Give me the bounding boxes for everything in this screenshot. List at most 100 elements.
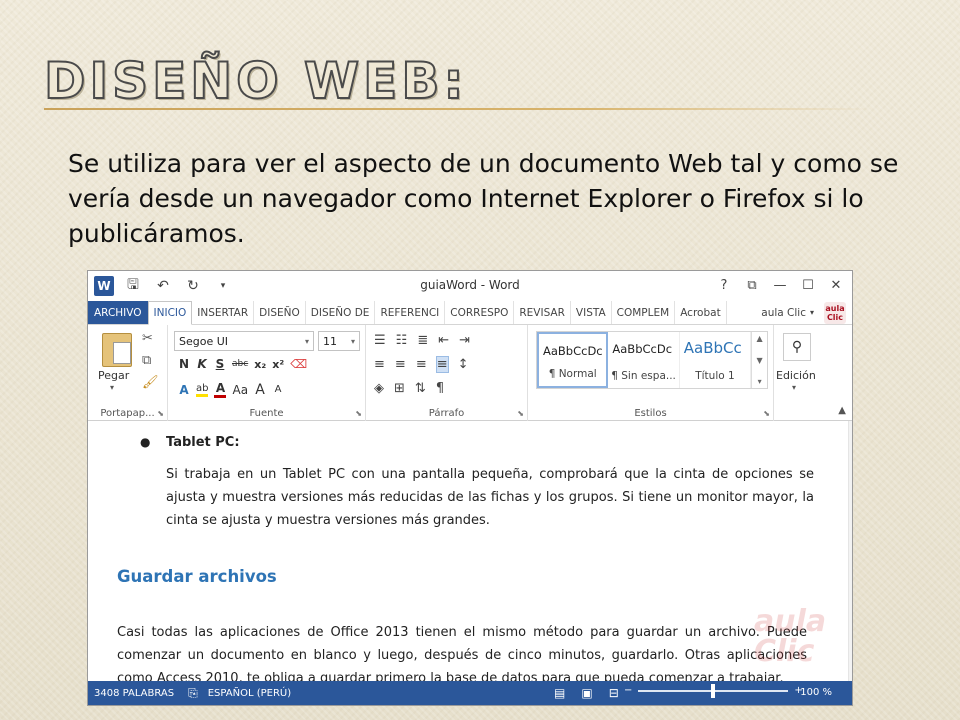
- dialog-launcher-icon[interactable]: ⬊: [517, 409, 524, 418]
- bullets-icon[interactable]: ☰: [374, 333, 386, 348]
- italic-button[interactable]: K: [196, 357, 208, 371]
- highlight-button[interactable]: ab: [196, 383, 209, 397]
- font-size-value: 11: [323, 334, 337, 348]
- bold-button[interactable]: N: [178, 357, 190, 371]
- font-color-button[interactable]: A: [214, 381, 227, 398]
- tab-acrobat[interactable]: Acrobat: [675, 301, 727, 324]
- read-mode-icon[interactable]: ▤: [554, 686, 565, 700]
- subscript-button[interactable]: x₂: [254, 358, 266, 371]
- clipboard-group: Pegar ▾ ✂ ⧉ 🖌 Portapap... ⬊: [88, 325, 168, 421]
- dialog-launcher-icon[interactable]: ⬊: [763, 409, 770, 418]
- binoculars-icon[interactable]: ⚲: [783, 333, 811, 361]
- clipboard-group-label: Portapap...: [100, 408, 155, 419]
- print-layout-icon[interactable]: ▣: [581, 686, 592, 700]
- borders-icon[interactable]: ⊞: [394, 381, 405, 396]
- user-avatar: aula Clic: [824, 302, 846, 324]
- tab-correspondencia[interactable]: CORRESPO: [445, 301, 515, 324]
- font-size-combo[interactable]: 11 ▾: [318, 331, 360, 351]
- shrink-font-button[interactable]: A: [272, 384, 284, 395]
- justify-icon[interactable]: ≡: [435, 356, 449, 373]
- user-account[interactable]: aula Clic ▾: [755, 301, 820, 324]
- language-indicator[interactable]: ESPAÑOL (PERÚ): [208, 688, 291, 699]
- status-bar: 3408 PALABRAS ⎘ ESPAÑOL (PERÚ) ▤ ▣ ⊟ − +…: [88, 681, 852, 705]
- slide-body-text: Se utiliza para ver el aspecto de un doc…: [68, 149, 899, 248]
- decrease-indent-icon[interactable]: ⇤: [438, 333, 449, 348]
- font-name-combo[interactable]: Segoe UI ▾: [174, 331, 314, 351]
- ribbon-tabs: ARCHIVO INICIO INSERTAR DISEÑO DISEÑO DE…: [88, 301, 852, 325]
- font-group-label: Fuente: [249, 408, 284, 419]
- paragraph-group-label: Párrafo: [428, 408, 465, 419]
- collapse-ribbon-icon[interactable]: ▲: [838, 405, 846, 416]
- section-heading: Guardar archivos: [117, 567, 277, 586]
- chevron-down-icon[interactable]: ▾: [792, 383, 796, 392]
- zoom-out-icon[interactable]: −: [624, 685, 632, 696]
- tab-insertar[interactable]: INSERTAR: [192, 301, 255, 324]
- ribbon: Pegar ▾ ✂ ⧉ 🖌 Portapap... ⬊ Segoe UI ▾ 1…: [88, 325, 852, 421]
- user-name: aula Clic: [761, 306, 806, 319]
- tab-vista[interactable]: VISTA: [571, 301, 612, 324]
- chevron-down-icon[interactable]: ▾: [351, 337, 355, 346]
- chevron-down-icon[interactable]: ▾: [305, 337, 309, 346]
- bullet-icon: ●: [140, 435, 151, 449]
- copy-icon[interactable]: ⧉: [142, 353, 151, 368]
- proofing-icon[interactable]: ⎘: [188, 686, 198, 701]
- increase-indent-icon[interactable]: ⇥: [459, 333, 470, 348]
- tab-complementos[interactable]: COMPLEM: [612, 301, 676, 324]
- editing-button-label[interactable]: Edición: [776, 369, 816, 382]
- chevron-down-icon: ▾: [809, 308, 814, 317]
- tab-archivo[interactable]: ARCHIVO: [88, 301, 148, 324]
- bullet-paragraph: Si trabaja en un Tablet PC con una panta…: [166, 467, 814, 528]
- maximize-button[interactable]: ☐: [796, 275, 820, 295]
- close-button[interactable]: ✕: [824, 275, 848, 295]
- superscript-button[interactable]: x²: [272, 358, 284, 371]
- change-case-button[interactable]: Aa: [232, 383, 248, 397]
- web-layout-icon[interactable]: ⊟: [609, 686, 619, 700]
- cut-icon[interactable]: ✂: [142, 331, 153, 346]
- word-count[interactable]: 3408 PALABRAS: [94, 688, 174, 699]
- title-underline: [44, 108, 874, 110]
- tab-revisar[interactable]: REVISAR: [514, 301, 571, 324]
- clear-formatting-icon[interactable]: ⌫: [290, 357, 307, 371]
- align-center-icon[interactable]: ≡: [395, 357, 406, 372]
- styles-group-frame: Estilos ⬊: [528, 325, 774, 421]
- zoom-level[interactable]: 100 %: [800, 687, 832, 698]
- strikethrough-button[interactable]: abc: [232, 359, 248, 369]
- zoom-control: − +: [624, 683, 803, 698]
- view-buttons: ▤ ▣ ⊟: [554, 686, 619, 700]
- minimize-button[interactable]: —: [768, 275, 792, 295]
- tab-diseno[interactable]: DISEÑO: [254, 301, 306, 324]
- watermark-logo: aula Clic: [754, 604, 827, 669]
- zoom-slider[interactable]: [638, 683, 789, 698]
- font-name-value: Segoe UI: [179, 334, 229, 348]
- tab-diseno-de[interactable]: DISEÑO DE: [306, 301, 376, 324]
- zoom-slider-thumb[interactable]: [711, 683, 716, 698]
- underline-button[interactable]: S: [214, 357, 226, 371]
- tab-inicio[interactable]: INICIO: [147, 301, 193, 325]
- align-right-icon[interactable]: ≡: [416, 357, 427, 372]
- align-left-icon[interactable]: ≡: [374, 357, 385, 372]
- grow-font-button[interactable]: A: [254, 382, 266, 398]
- shading-icon[interactable]: ◈: [374, 381, 384, 396]
- paragraph-row-2: ≡ ≡ ≡ ≡ ↕: [374, 356, 469, 373]
- body-paragraph: Casi todas las aplicaciones de Office 20…: [117, 625, 807, 683]
- format-painter-icon[interactable]: 🖌: [142, 375, 159, 390]
- multilevel-list-icon[interactable]: ≣: [417, 333, 428, 348]
- sort-icon[interactable]: ⇅: [415, 381, 426, 396]
- document-area[interactable]: ● Tablet PC: Si trabaja en un Tablet PC …: [88, 421, 852, 683]
- title-bar: W 🖫 ↶ ↻ ▾ guiaWord - Word ? ⧉ — ☐ ✕: [88, 271, 852, 301]
- dialog-launcher-icon[interactable]: ⬊: [157, 409, 164, 418]
- chevron-down-icon[interactable]: ▾: [110, 383, 114, 392]
- styles-group-label: Estilos: [634, 408, 667, 419]
- help-button[interactable]: ?: [712, 275, 736, 295]
- line-spacing-icon[interactable]: ↕: [458, 357, 469, 372]
- paste-button-label[interactable]: Pegar: [98, 369, 129, 382]
- tab-referencias[interactable]: REFERENCI: [375, 301, 446, 324]
- show-formatting-icon[interactable]: ¶: [436, 381, 444, 396]
- paste-icon[interactable]: [102, 333, 132, 367]
- ribbon-display-button[interactable]: ⧉: [740, 275, 764, 295]
- numbering-icon[interactable]: ☷: [396, 333, 408, 348]
- font-group: Segoe UI ▾ 11 ▾ N K S abc x₂ x² ⌫ A ab A…: [168, 325, 366, 421]
- vertical-scrollbar[interactable]: [848, 421, 852, 683]
- dialog-launcher-icon[interactable]: ⬊: [355, 409, 362, 418]
- text-effects-button[interactable]: A: [178, 383, 190, 397]
